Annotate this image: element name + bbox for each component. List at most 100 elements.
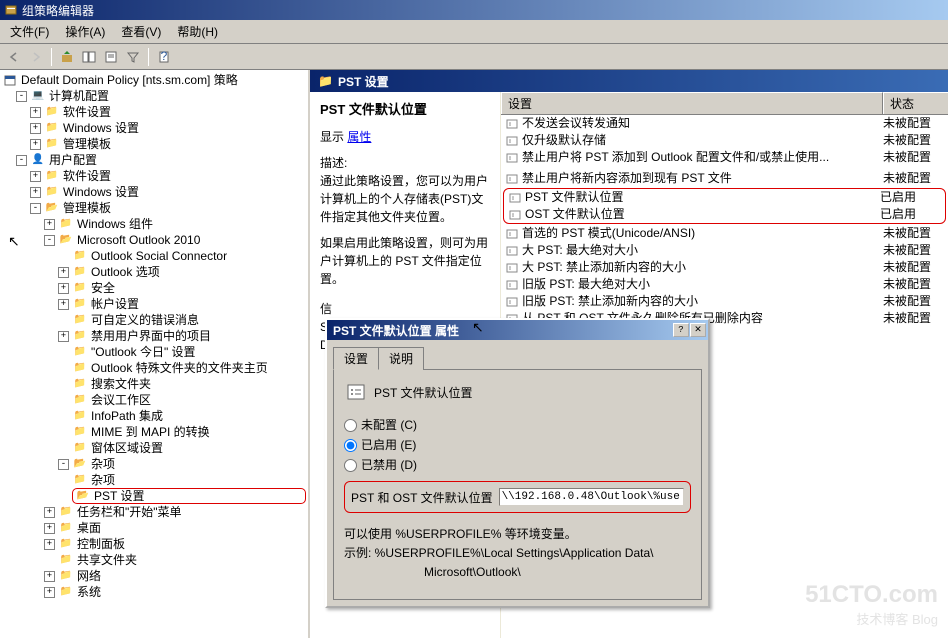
list-item[interactable]: 大 PST: 禁止添加新内容的大小未被配置 [501,259,948,276]
folder-icon: 📁 [58,569,74,583]
expand-icon[interactable]: + [58,331,69,342]
forward-button[interactable] [26,47,46,67]
collapse-icon[interactable]: - [16,91,27,102]
list-item[interactable]: OST 文件默认位置已启用 [504,206,945,223]
desc-body2: 如果启用此策略设置，则可为用户计算机上的 PST 文件指定位置。 [320,234,490,288]
tree-software2[interactable]: +📁软件设置 [30,168,306,184]
tree-outlook2010[interactable]: -📂Microsoft Outlook 2010 [44,232,306,248]
setting-icon [505,244,519,258]
tree-control-panel[interactable]: +📁控制面板 [44,536,306,552]
tree-system[interactable]: +📁系统 [44,584,306,600]
expand-icon[interactable]: + [44,523,55,534]
expand-icon[interactable]: + [44,571,55,582]
expand-icon[interactable]: + [44,507,55,518]
filter-button[interactable] [123,47,143,67]
menu-file[interactable]: 文件(F) [4,22,55,41]
expand-icon[interactable]: + [30,123,41,134]
folder-icon: 📁 [72,281,88,295]
tree-panel[interactable]: Default Domain Policy [nts.sm.com] 策略 -💻… [0,70,310,638]
collapse-icon[interactable]: - [44,235,55,246]
dialog-titlebar[interactable]: PST 文件默认位置 属性 ? ✕ [327,320,708,340]
tree-misc-item[interactable]: 📁杂项 [72,472,306,488]
menu-view[interactable]: 查看(V) [115,22,167,41]
tree-admin-templates[interactable]: +📁管理模板 [30,136,306,152]
tree-infopath[interactable]: 📁InfoPath 集成 [72,408,306,424]
setting-icon [344,380,368,404]
help-button[interactable]: ? [154,47,174,67]
menu-action[interactable]: 操作(A) [59,22,111,41]
list-item[interactable]: 仅升级默认存储未被配置 [501,132,948,149]
expand-icon[interactable]: + [44,587,55,598]
up-button[interactable] [57,47,77,67]
collapse-icon[interactable]: - [30,203,41,214]
collapse-icon[interactable]: - [16,155,27,166]
tree-taskbar[interactable]: +📁任务栏和"开始"菜单 [44,504,306,520]
list-item[interactable]: 大 PST: 最大绝对大小未被配置 [501,242,948,259]
list-item[interactable]: 旧版 PST: 最大绝对大小未被配置 [501,276,948,293]
tree-winset2[interactable]: +📁Windows 设置 [30,184,306,200]
expand-icon[interactable]: + [30,187,41,198]
tree-misc[interactable]: -📂杂项 [58,456,306,472]
tree-windows-settings[interactable]: +📁Windows 设置 [30,120,306,136]
tab-explain[interactable]: 说明 [378,347,424,370]
tree-account[interactable]: +📁帐户设置 [58,296,306,312]
tree-search-folders[interactable]: 📁搜索文件夹 [72,376,306,392]
tree-security[interactable]: +📁安全 [58,280,306,296]
tree-outlook-special[interactable]: 📁Outlook 特殊文件夹的文件夹主页 [72,360,306,376]
tree-outlook-opts[interactable]: +📁Outlook 选项 [58,264,306,280]
list-item[interactable]: 首选的 PST 模式(Unicode/ANSI)未被配置 [501,225,948,242]
expand-icon[interactable]: + [58,267,69,278]
tree-disable-ui[interactable]: +📁禁用用户界面中的项目 [58,328,306,344]
list-item[interactable]: 禁止用户将新内容添加到现有 PST 文件未被配置 [501,170,948,187]
tree-mime[interactable]: 📁MIME 到 MAPI 的转换 [72,424,306,440]
close-button[interactable]: ✕ [690,323,706,337]
folder-icon: 📁 [72,441,88,455]
expand-icon[interactable]: + [58,283,69,294]
tree-custom-err[interactable]: 📁可自定义的错误消息 [72,312,306,328]
properties-button[interactable] [101,47,121,67]
col-setting[interactable]: 设置 [501,92,883,114]
menu-help[interactable]: 帮助(H) [171,22,224,41]
folder-icon: 📁 [72,361,88,375]
tree-user-config[interactable]: -👤用户配置 [16,152,306,168]
expand-icon[interactable]: + [30,139,41,150]
tree-root[interactable]: Default Domain Policy [nts.sm.com] 策略 [2,72,306,88]
tree-pst-settings[interactable]: 📂PST 设置 [72,488,306,504]
tree-desktop[interactable]: +📁桌面 [44,520,306,536]
radio-enabled[interactable]: 已启用 (E) [344,438,416,452]
folder-icon: 📁 [58,217,74,231]
tree-outlook-today[interactable]: 📁"Outlook 今日" 设置 [72,344,306,360]
col-status[interactable]: 状态 [883,92,948,114]
tree-admin2[interactable]: -📂管理模板 [30,200,306,216]
list-item[interactable]: 禁止用户将 PST 添加到 Outlook 配置文件和/或禁止使用...未被配置 [501,149,948,166]
collapse-icon[interactable]: - [58,459,69,470]
tree-win-components[interactable]: +📁Windows 组件 [44,216,306,232]
tree-computer-config[interactable]: -💻计算机配置 [16,88,306,104]
radio-not-configured[interactable]: 未配置 (C) [344,418,417,432]
tree-shared[interactable]: 📁共享文件夹 [44,552,306,568]
path-input[interactable] [499,488,684,506]
expand-icon[interactable]: + [44,219,55,230]
expand-icon[interactable]: + [58,299,69,310]
expand-icon[interactable]: + [30,107,41,118]
radio-disabled[interactable]: 已禁用 (D) [344,458,417,472]
expand-icon[interactable]: + [44,539,55,550]
tree-network[interactable]: +📁网络 [44,568,306,584]
tree-software[interactable]: +📁软件设置 [30,104,306,120]
tab-settings[interactable]: 设置 [333,347,379,370]
folder-icon: 📁 [72,345,88,359]
list-item[interactable]: 旧版 PST: 禁止添加新内容的大小未被配置 [501,293,948,310]
properties-link[interactable]: 属性 [347,130,371,144]
folder-icon: 📁 [72,393,88,407]
help-button[interactable]: ? [673,323,689,337]
list-item[interactable]: PST 文件默认位置已启用 [504,189,945,206]
show-hide-button[interactable] [79,47,99,67]
tree-form-region[interactable]: 📁窗体区域设置 [72,440,306,456]
back-button[interactable] [4,47,24,67]
folder-icon: 📁 [58,505,74,519]
list-item[interactable]: 不发送会议转发通知未被配置 [501,115,948,132]
tree-social[interactable]: 📁Outlook Social Connector [72,248,306,264]
expand-icon[interactable]: + [30,171,41,182]
folder-icon: 📁 [72,313,88,327]
tree-meeting[interactable]: 📁会议工作区 [72,392,306,408]
